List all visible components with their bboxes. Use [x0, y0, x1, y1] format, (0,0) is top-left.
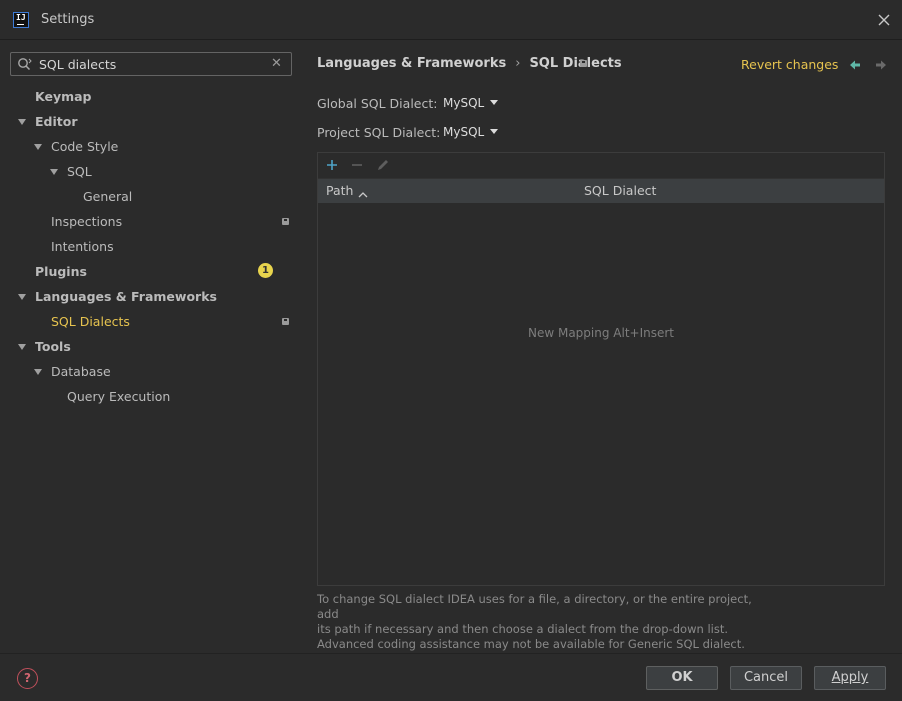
column-header-path[interactable]: Path — [326, 183, 353, 198]
help-icon[interactable]: ? — [17, 668, 38, 689]
tree-label: Code Style — [51, 139, 119, 154]
tree-label: SQL — [67, 164, 92, 179]
tree-label: Query Execution — [67, 389, 171, 404]
forward-arrow-icon[interactable] — [873, 57, 889, 73]
clear-search-icon[interactable]: ✕ — [271, 57, 283, 71]
table-toolbar — [318, 153, 884, 178]
search-icon — [17, 57, 33, 71]
column-header-sql-dialect[interactable]: SQL Dialect — [584, 183, 656, 198]
edit-icon[interactable] — [375, 157, 391, 173]
tree-item-keymap[interactable]: Keymap — [35, 86, 92, 108]
project-scope-icon — [580, 60, 587, 67]
tree-item-sql-dialects[interactable]: SQL Dialects — [51, 311, 130, 333]
global-dialect-label: Global SQL Dialect: — [317, 96, 438, 111]
tree-label: General — [83, 189, 133, 204]
search-input[interactable] — [39, 55, 269, 73]
tree-item-tools[interactable]: Tools — [18, 336, 71, 358]
dialog-footer: ? OK Cancel Apply — [0, 653, 902, 701]
tree-item-editor[interactable]: Editor — [18, 111, 78, 133]
back-arrow-icon[interactable] — [847, 57, 863, 73]
tree-item-languages-frameworks[interactable]: Languages & Frameworks — [18, 286, 217, 308]
tree-label: Tools — [35, 339, 71, 354]
mappings-table-panel: Path SQL Dialect New Mapping Alt+Insert — [317, 152, 885, 586]
plugins-update-badge: 1 — [258, 263, 273, 278]
project-dialect-dropdown[interactable]: MySQL — [443, 125, 499, 139]
intellij-logo-icon: IJ — [13, 12, 29, 28]
tree-item-intentions[interactable]: Intentions — [51, 236, 114, 258]
table-header: Path SQL Dialect — [318, 178, 884, 203]
tree-item-sql[interactable]: SQL — [50, 161, 92, 183]
chevron-down-icon — [490, 129, 499, 134]
global-dialect-value: MySQL — [443, 96, 485, 110]
empty-table-hint: New Mapping Alt+Insert — [527, 326, 675, 340]
project-dialect-label: Project SQL Dialect: — [317, 125, 441, 140]
project-scope-icon — [282, 218, 289, 225]
tree-label: Editor — [35, 114, 78, 129]
sort-ascending-icon[interactable] — [358, 187, 368, 198]
ok-button[interactable]: OK — [646, 666, 718, 690]
tree-item-database[interactable]: Database — [34, 361, 111, 383]
global-dialect-dropdown[interactable]: MySQL — [443, 96, 499, 110]
title-bar: IJ Settings — [0, 0, 902, 40]
tree-label: Languages & Frameworks — [35, 289, 217, 304]
settings-content: Languages & Frameworks › SQL Dialects Reve… — [301, 41, 902, 653]
help-line: To change SQL dialect IDEA uses for a fi… — [317, 592, 752, 621]
expand-arrow-icon[interactable] — [34, 369, 42, 375]
revert-changes-link[interactable]: Revert changes — [741, 57, 838, 72]
tree-label: Intentions — [51, 239, 114, 254]
tree-item-general[interactable]: General — [83, 186, 132, 208]
breadcrumb-current: SQL Dialects — [529, 56, 622, 71]
cancel-button[interactable]: Cancel — [730, 666, 802, 690]
app-icon-text: IJ — [16, 13, 26, 22]
expand-arrow-icon[interactable] — [34, 144, 42, 150]
help-line: Advanced coding assistance may not be av… — [317, 637, 745, 651]
add-icon[interactable] — [324, 157, 340, 173]
expand-arrow-icon[interactable] — [50, 169, 58, 175]
tree-item-code-style[interactable]: Code Style — [34, 136, 118, 158]
tree-label: SQL Dialects — [51, 314, 130, 329]
tree-item-inspections[interactable]: Inspections — [51, 211, 122, 233]
project-dialect-value: MySQL — [443, 125, 485, 139]
expand-arrow-icon[interactable] — [18, 119, 26, 125]
window-title: Settings — [41, 12, 95, 27]
expand-arrow-icon[interactable] — [18, 294, 26, 300]
remove-icon[interactable] — [349, 157, 365, 173]
help-description: To change SQL dialect IDEA uses for a fi… — [317, 592, 757, 652]
chevron-down-icon — [490, 100, 499, 105]
tree-item-query-execution[interactable]: Query Execution — [67, 386, 170, 408]
expand-arrow-icon[interactable] — [18, 344, 26, 350]
breadcrumb-separator: › — [515, 56, 521, 71]
apply-button[interactable]: Apply — [814, 666, 886, 690]
project-scope-icon — [282, 318, 289, 325]
settings-window: IJ Settings ✕ Keymap Editor Code Style S… — [0, 0, 902, 701]
tree-label: Keymap — [35, 89, 92, 104]
close-icon[interactable] — [876, 12, 892, 28]
tree-label: Inspections — [51, 214, 123, 229]
help-line: its path if necessary and then choose a … — [317, 622, 728, 636]
search-box[interactable]: ✕ — [10, 52, 292, 76]
tree-label: Database — [51, 364, 111, 379]
tree-label: Plugins — [35, 264, 87, 279]
tree-item-plugins[interactable]: Plugins — [35, 261, 87, 283]
breadcrumb-parent[interactable]: Languages & Frameworks — [317, 56, 506, 71]
breadcrumb: Languages & Frameworks › SQL Dialects — [317, 56, 622, 71]
